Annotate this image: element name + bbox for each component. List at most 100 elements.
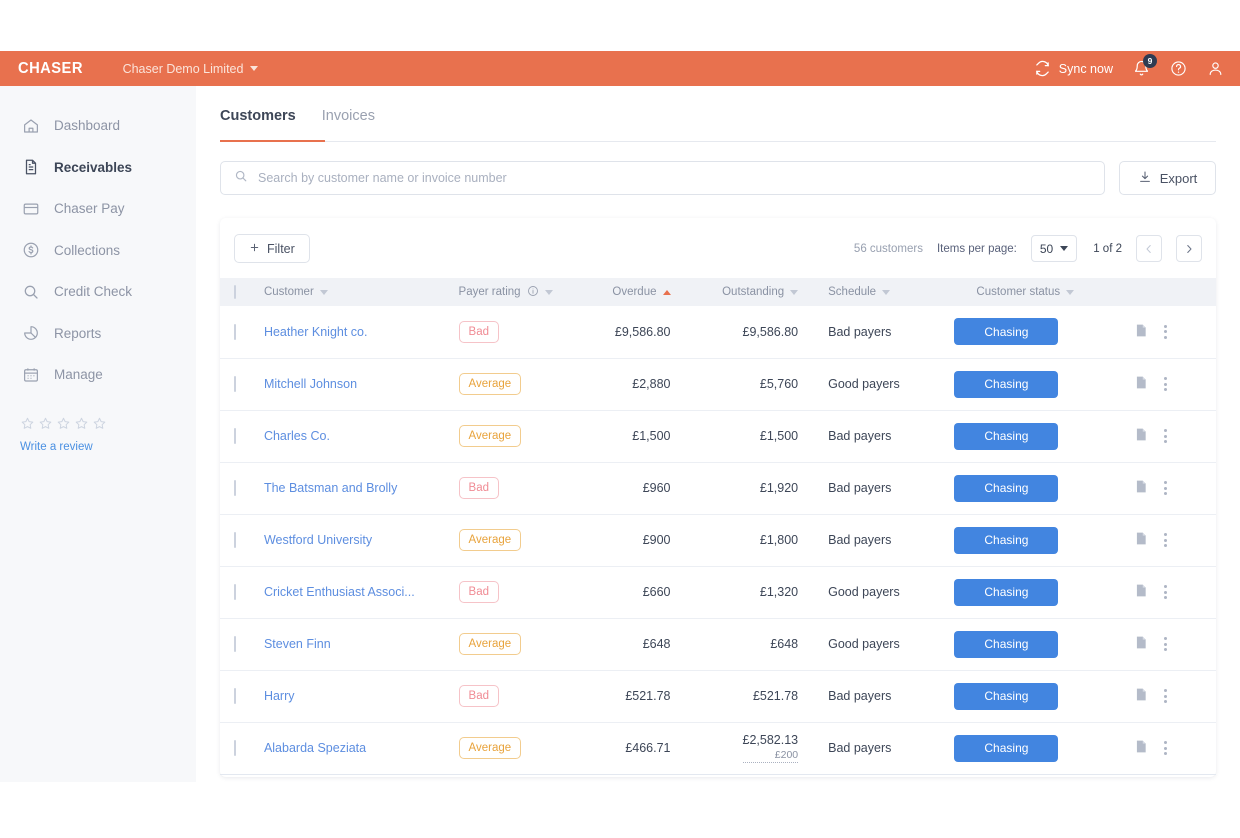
write-a-review-link[interactable]: Write a review [20,441,196,453]
status-button[interactable]: Chasing [954,526,1059,554]
table-row[interactable]: Charles Co. Average £1,500 £1,500 Bad payers… [220,410,1216,463]
invoice-document-icon[interactable] [1134,375,1148,393]
col-schedule[interactable]: Schedule [812,278,955,306]
star-icon[interactable] [74,416,89,436]
star-icon[interactable] [56,416,71,436]
col-customer[interactable]: Customer [263,278,459,306]
customer-status-cell: Chasing [954,618,1135,671]
notifications-button[interactable]: 9 [1133,54,1157,77]
table-header-row: Customer Payer rating Overdue Outstandin… [220,278,1216,306]
items-per-page-select[interactable]: 50 [1030,235,1078,262]
sidebar-item-reports[interactable]: Reports [0,313,196,355]
row-menu-icon[interactable] [1164,533,1168,547]
row-menu-icon[interactable] [1164,585,1168,599]
table-row[interactable]: The Batsman and Brolly Bad £960 £1,920 Bad p… [220,462,1216,515]
row-checkbox[interactable] [234,532,236,548]
search-box[interactable] [220,161,1105,195]
status-button[interactable]: Chasing [954,318,1059,346]
tab-invoices[interactable]: Invoices [322,108,375,142]
customer-link[interactable]: Charles Co. [264,429,330,443]
row-menu-icon[interactable] [1164,637,1168,651]
row-checkbox[interactable] [234,688,236,704]
row-checkbox[interactable] [234,584,236,600]
sidebar-item-dashboard[interactable]: Dashboard [0,105,196,147]
row-checkbox[interactable] [234,636,236,652]
schedule-cell: Good payers [812,566,955,619]
star-icon[interactable] [20,416,35,436]
table-row[interactable]: Heather Knight co. Bad £9,586.80 £9,586.80 B… [220,306,1216,359]
row-checkbox[interactable] [234,323,236,340]
export-button[interactable]: Export [1119,161,1216,195]
status-button[interactable]: Chasing [954,474,1059,502]
invoice-document-icon[interactable] [1134,635,1148,653]
invoice-document-icon[interactable] [1134,531,1148,549]
customer-link[interactable]: Heather Knight co. [264,325,368,339]
info-icon[interactable] [527,285,539,300]
customer-link[interactable]: Steven Finn [264,637,331,651]
filter-button[interactable]: Filter [234,234,310,263]
sidebar-item-receivables[interactable]: Receivables [0,147,196,189]
star-icon[interactable] [92,416,107,436]
table-row[interactable]: Cricket Enthusiast Associ... Bad £660 £1,32… [220,566,1216,619]
col-overdue[interactable]: Overdue [575,278,685,306]
customer-link[interactable]: Cricket Enthusiast Associ... [264,585,415,599]
search-input[interactable] [258,171,1091,185]
previous-page-button[interactable] [1136,235,1162,262]
row-menu-icon[interactable] [1164,324,1168,339]
chaser-logo[interactable]: CHASER [18,60,83,78]
outstanding-sub-amount[interactable]: £200 [742,749,799,763]
status-button[interactable]: Chasing [954,734,1059,762]
next-page-button[interactable] [1176,235,1202,262]
table-row[interactable]: Westford University Average £900 £1,800 Bad … [220,514,1216,567]
invoice-document-icon[interactable] [1134,427,1148,445]
status-button[interactable]: Chasing [954,422,1059,450]
invoice-document-icon[interactable] [1134,687,1148,705]
row-menu-icon[interactable] [1164,377,1168,391]
sidebar: Dashboard Receivables Chaser Pay Collect… [0,86,196,782]
col-customer-status[interactable]: Customer status [954,278,1135,306]
schedule-cell: Bad payers [812,306,955,359]
row-checkbox[interactable] [234,428,236,444]
col-payer-rating[interactable]: Payer rating [458,278,576,306]
row-menu-icon[interactable] [1164,481,1168,495]
customer-link[interactable]: The Batsman and Brolly [264,481,397,495]
row-checkbox[interactable] [234,740,236,756]
invoice-document-icon[interactable] [1134,739,1148,757]
sidebar-item-manage[interactable]: Manage [0,354,196,396]
row-menu-icon[interactable] [1164,689,1168,703]
sidebar-item-chaser-pay[interactable]: Chaser Pay [0,188,196,230]
row-menu-icon[interactable] [1164,741,1168,755]
status-button[interactable]: Chasing [954,578,1059,606]
tab-customers[interactable]: Customers [220,108,296,142]
invoice-document-icon[interactable] [1134,583,1148,601]
invoice-document-icon[interactable] [1134,479,1148,497]
status-button[interactable]: Chasing [954,630,1059,658]
star-rating[interactable] [20,416,196,436]
invoice-document-icon[interactable] [1134,323,1148,341]
table-row[interactable]: Alabarda Speziata Average £466.71 £2,582.13… [220,722,1216,775]
customer-link[interactable]: Westford University [264,533,372,547]
status-button[interactable]: Chasing [954,370,1059,398]
row-menu-icon[interactable] [1164,429,1168,443]
customer-link[interactable]: Harry [264,689,295,703]
help-icon[interactable] [1170,60,1187,77]
table-row[interactable]: Mitchell Johnson Average £2,880 £5,760 Good … [220,358,1216,411]
user-avatar-icon[interactable] [1207,60,1224,77]
row-checkbox[interactable] [234,480,236,496]
customer-link[interactable]: Mitchell Johnson [264,377,357,391]
row-checkbox[interactable] [234,376,236,392]
sync-now-button[interactable]: Sync now [1034,60,1113,77]
select-all-checkbox[interactable] [234,285,236,299]
star-icon[interactable] [38,416,53,436]
sidebar-item-collections[interactable]: Collections [0,230,196,272]
col-outstanding[interactable]: Outstanding [684,278,813,306]
org-switcher[interactable]: Chaser Demo Limited [123,62,259,76]
row-actions-cell [1134,566,1216,619]
table-row[interactable]: Harry Bad £521.78 £521.78 Bad payers Chasing [220,670,1216,723]
table-row[interactable]: Steven Finn Average £648 £648 Good payers Cha… [220,618,1216,671]
sidebar-item-label: Receivables [54,159,133,175]
schedule-cell: Good payers [812,358,955,411]
customer-link[interactable]: Alabarda Speziata [264,741,366,755]
status-button[interactable]: Chasing [954,682,1059,710]
sidebar-item-credit-check[interactable]: Credit Check [0,271,196,313]
